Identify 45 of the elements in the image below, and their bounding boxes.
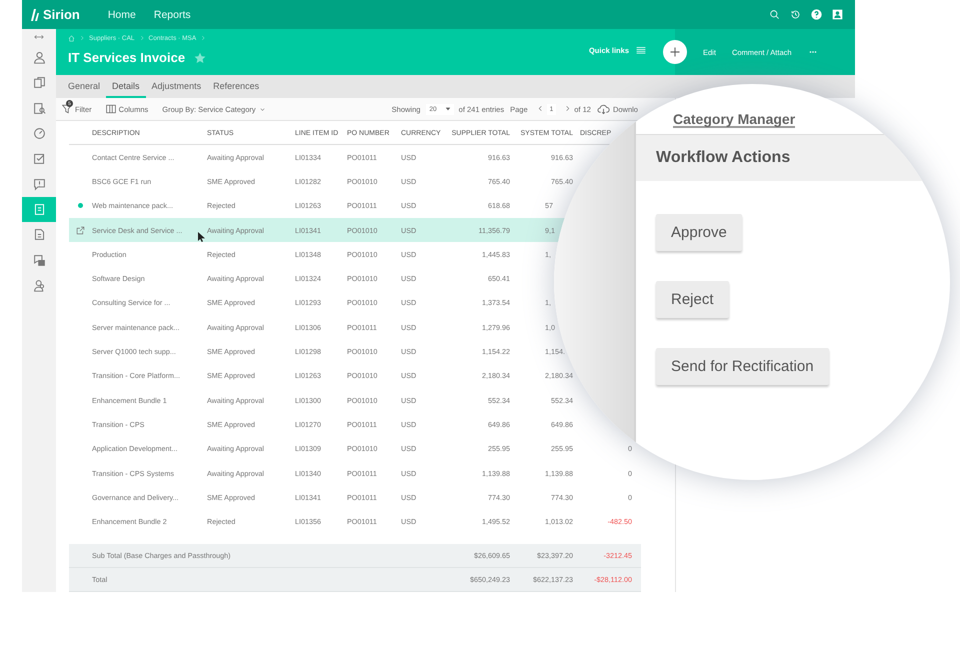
mouse-cursor-icon <box>198 232 205 242</box>
alert-message-icon <box>32 178 46 191</box>
workflow-button[interactable]: Approve <box>656 214 742 251</box>
page-title: IT Services Invoice <box>68 50 186 65</box>
search-icon <box>769 9 780 20</box>
history-icon <box>790 9 801 20</box>
document-search-icon <box>32 102 46 115</box>
people-icon <box>32 278 46 292</box>
checkbox-icon <box>32 152 46 166</box>
nav-link[interactable]: Home <box>108 8 136 20</box>
tab[interactable]: Adjustments <box>146 75 208 98</box>
chevron-right-icon <box>564 105 572 112</box>
home-icon <box>68 34 75 42</box>
sidebar-item[interactable] <box>22 196 56 222</box>
user-icon <box>32 51 46 64</box>
document-icon <box>32 228 46 242</box>
panel-heading: Category Manager <box>673 112 796 128</box>
logo-icon <box>30 8 39 20</box>
caret-icon <box>444 106 451 112</box>
chevron-icon <box>200 35 206 41</box>
list-icon <box>635 45 647 55</box>
chevron-icon <box>138 35 145 41</box>
chevron-icon <box>79 35 85 41</box>
tab[interactable]: General <box>62 75 106 98</box>
tab[interactable]: References <box>207 75 266 98</box>
add-button[interactable] <box>663 40 687 64</box>
caret-icon <box>258 106 266 112</box>
nav-link[interactable]: Reports <box>154 8 191 20</box>
workflow-button[interactable]: Reject <box>656 281 729 318</box>
invoice-icon <box>32 202 46 216</box>
filter-icon <box>62 104 72 114</box>
star-icon[interactable] <box>194 52 206 64</box>
expand-arrows-icon <box>32 32 46 42</box>
help-icon[interactable] <box>811 9 822 20</box>
documents-icon <box>32 76 46 90</box>
profile-icon[interactable] <box>832 9 843 20</box>
cloud-download-icon <box>596 104 610 114</box>
chat-icon <box>32 254 46 267</box>
plus-icon <box>669 46 681 58</box>
chevron-left-icon <box>536 105 544 112</box>
workflow-button[interactable]: Send for Rectification <box>656 348 829 385</box>
gauge-icon <box>32 127 46 140</box>
external-link-icon <box>76 226 85 235</box>
logo-text: Sirion <box>43 7 80 22</box>
columns-icon <box>106 104 116 114</box>
